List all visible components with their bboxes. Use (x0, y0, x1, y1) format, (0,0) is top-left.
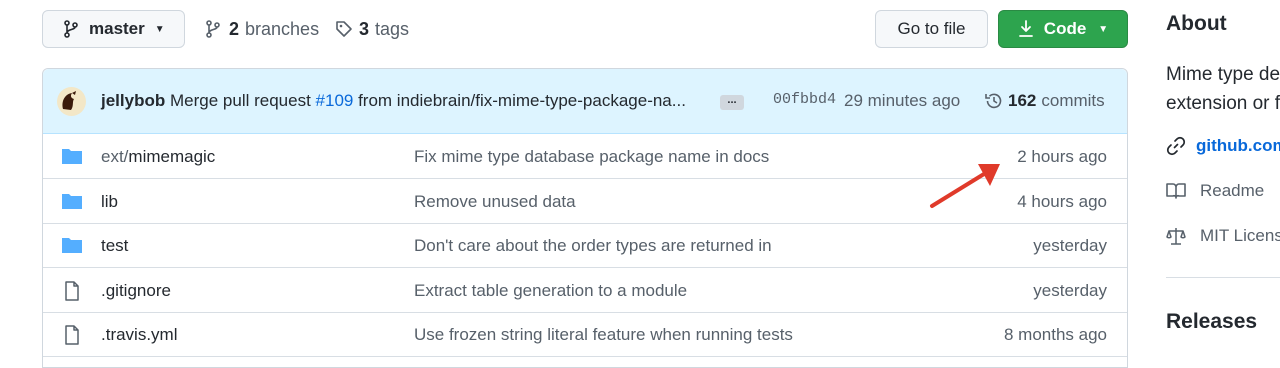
file-age: 4 hours ago (1017, 192, 1107, 211)
file-age: yesterday (1033, 236, 1107, 255)
link-icon (1166, 136, 1186, 156)
file-name[interactable]: test (101, 236, 128, 256)
file-name[interactable]: ext/mimemagic (101, 147, 215, 167)
latest-commit-bar: jellybob Merge pull request #109 from in… (43, 69, 1127, 134)
file-age: 2 hours ago (1017, 147, 1107, 166)
tags-count: 3 (359, 18, 370, 39)
download-icon (1018, 20, 1033, 37)
pull-request-link[interactable]: #109 (316, 91, 354, 110)
file-row[interactable]: .gitignore Extract table generation to a… (43, 268, 1127, 313)
tags-link[interactable]: 3 tags (335, 10, 409, 48)
file-age: 8 months ago (1003, 325, 1107, 344)
about-heading: About (1166, 12, 1227, 35)
file-name[interactable]: lib (101, 192, 118, 212)
commit-author[interactable]: jellybob (101, 91, 165, 111)
file-row[interactable]: test Don't care about the order types ar… (43, 223, 1127, 268)
file-name[interactable]: .travis.yml (101, 325, 178, 345)
code-button-label: Code (1043, 19, 1087, 38)
file-commit-message[interactable]: Remove unused data (414, 192, 576, 212)
file-row[interactable]: .travis.yml Use frozen string literal fe… (43, 312, 1127, 357)
branch-selector-button[interactable]: master ▼ (42, 10, 185, 48)
annotation-arrow (930, 164, 1000, 208)
commits-link[interactable]: 162 commits (984, 91, 1105, 111)
license-link[interactable]: MIT Licens (1166, 226, 1280, 246)
commit-message-prefix: Merge pull request (170, 91, 316, 110)
commits-label: commits (1041, 91, 1105, 110)
file-commit-message[interactable]: Don't care about the order types are ret… (414, 236, 772, 256)
tags-label: tags (375, 18, 410, 39)
homepage-link[interactable]: github.com (1166, 136, 1280, 156)
avatar[interactable] (57, 87, 86, 116)
file-name[interactable]: .gitignore (101, 281, 171, 301)
branch-name: master (89, 19, 145, 38)
tag-icon (336, 21, 352, 37)
sidebar-divider (1166, 277, 1280, 278)
commit-message[interactable]: Merge pull request #109 from indiebrain/… (170, 91, 686, 111)
chevron-down-icon: ▼ (1098, 23, 1109, 35)
file-commit-message[interactable]: Fix mime type database package name in d… (414, 147, 769, 167)
readme-link[interactable]: Readme (1166, 181, 1264, 201)
releases-heading[interactable]: Releases (1166, 310, 1257, 334)
history-icon (985, 93, 1002, 109)
expand-message-button[interactable]: ... (720, 95, 744, 110)
commits-count: 162 (1008, 91, 1037, 110)
commit-time: 29 minutes ago (844, 91, 961, 110)
folder-icon (62, 194, 82, 209)
git-branch-icon (64, 20, 78, 38)
commit-message-suffix: from indiebrain/fix-mime-type-package-na… (353, 91, 686, 110)
book-icon (1166, 183, 1186, 199)
branches-count: 2 (229, 18, 240, 39)
go-to-file-button[interactable]: Go to file (875, 10, 988, 48)
file-age: yesterday (1033, 281, 1107, 300)
branches-link[interactable]: 2 branches (205, 10, 319, 48)
git-branch-icon (206, 20, 220, 38)
folder-icon (62, 149, 82, 164)
code-button[interactable]: Code ▼ (998, 10, 1128, 48)
chevron-down-icon: ▼ (154, 23, 165, 35)
branches-label: branches (245, 18, 320, 39)
file-commit-message[interactable]: Extract table generation to a module (414, 281, 687, 301)
commit-sha[interactable]: 00fbbd4 (773, 91, 836, 108)
file-icon (65, 325, 79, 345)
scale-icon (1166, 228, 1186, 245)
folder-icon (62, 238, 82, 253)
about-description: Mime type de extension or f (1166, 64, 1280, 114)
file-icon (65, 281, 79, 301)
file-commit-message[interactable]: Use frozen string literal feature when r… (414, 325, 793, 345)
file-list: jellybob Merge pull request #109 from in… (42, 68, 1128, 368)
